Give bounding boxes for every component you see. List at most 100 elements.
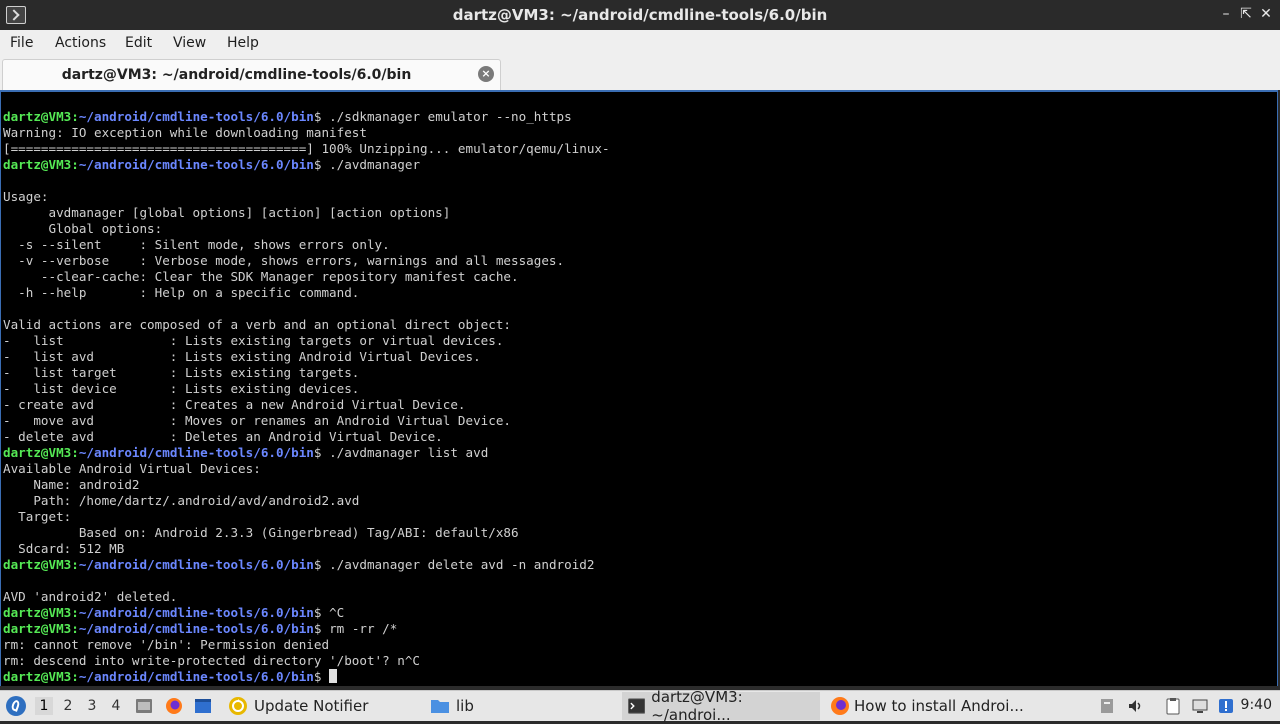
prompt-user: dartz@VM3: [3, 557, 72, 572]
terminal-output-line: - list : Lists existing targets or virtu…: [3, 333, 504, 348]
prompt-user: dartz@VM3: [3, 445, 72, 460]
folder-label: lib: [456, 697, 474, 715]
close-window-icon[interactable]: ✕: [1258, 6, 1274, 22]
terminal-output-line: Name: android2: [3, 477, 140, 492]
terminal-output-line: -v --verbose : Verbose mode, shows error…: [3, 253, 565, 268]
terminal-output-line: - list device : Lists existing devices.: [3, 381, 360, 396]
terminal-output-line: [=======================================…: [3, 141, 610, 156]
terminal-output-line: Path: /home/dartz/.android/avd/android2.…: [3, 493, 360, 508]
volume-icon[interactable]: [1127, 697, 1145, 715]
menu-help[interactable]: Help: [227, 35, 259, 51]
terminal-output-line: Global options:: [3, 221, 163, 236]
terminal-output-line: rm: descend into write-protected directo…: [3, 653, 421, 668]
terminal-output-line: - move avd : Moves or renames an Android…: [3, 413, 511, 428]
workspace-3[interactable]: 3: [83, 697, 101, 715]
prompt-path: ~/android/cmdline-tools/6.0/bin: [78, 157, 314, 172]
terminal-output-line: Valid actions are composed of a verb and…: [3, 317, 511, 332]
workspace-4[interactable]: 4: [107, 697, 125, 715]
prompt-command: ./sdkmanager emulator --no_https: [321, 109, 572, 124]
terminal-output-line: Warning: IO exception while downloading …: [3, 125, 367, 140]
folder-task[interactable]: lib: [424, 692, 480, 720]
terminal-tab[interactable]: dartz@VM3: ~/android/cmdline-tools/6.0/b…: [2, 59, 501, 90]
menu-edit[interactable]: Edit: [125, 35, 152, 51]
prompt-separator: :: [71, 109, 79, 124]
menu-actions[interactable]: Actions: [55, 35, 106, 51]
prompt-user: dartz@VM3: [3, 669, 72, 684]
file-manager-icon[interactable]: [135, 697, 153, 715]
terminal-output-line: Based on: Android 2.3.3 (Gingerbread) Ta…: [3, 525, 519, 540]
workspace-1[interactable]: 1: [35, 697, 53, 715]
terminal-task-label: dartz@VM3: ~/androi...: [651, 688, 743, 724]
browser-task[interactable]: How to install Androi...: [824, 692, 1030, 720]
prompt-path: ~/android/cmdline-tools/6.0/bin: [78, 557, 314, 572]
prompt-path: ~/android/cmdline-tools/6.0/bin: [78, 621, 314, 636]
menu-bar: File Actions Edit View Help: [0, 30, 1280, 57]
network-icon[interactable]: [1191, 697, 1209, 715]
terminal-output-line: --clear-cache: Clear the SDK Manager rep…: [3, 269, 519, 284]
prompt-path: ~/android/cmdline-tools/6.0/bin: [78, 669, 314, 684]
tab-bar: dartz@VM3: ~/android/cmdline-tools/6.0/b…: [0, 56, 1280, 90]
prompt-path: ~/android/cmdline-tools/6.0/bin: [78, 445, 314, 460]
terminal-output-line: - create avd : Creates a new Android Vir…: [3, 397, 466, 412]
restore-icon[interactable]: ⇱: [1238, 6, 1254, 22]
menu-view[interactable]: View: [173, 35, 206, 51]
update-notifier-icon: [229, 697, 247, 715]
terminal-prompt-line: dartz@VM3:~/android/cmdline-tools/6.0/bi…: [3, 109, 610, 125]
terminal-output-line: Sdcard: 512 MB: [3, 541, 125, 556]
prompt-user: dartz@VM3: [3, 109, 72, 124]
terminal-prompt-line: dartz@VM3:~/android/cmdline-tools/6.0/bi…: [3, 621, 610, 637]
clock[interactable]: 9:40: [1241, 697, 1272, 713]
terminal-prompt-line: dartz@VM3:~/android/cmdline-tools/6.0/bi…: [3, 157, 610, 173]
workspace-2[interactable]: 2: [59, 697, 77, 715]
prompt-command: ^C: [321, 605, 345, 620]
folder-icon: [431, 700, 449, 713]
terminal-output-line: - list target : Lists existing targets.: [3, 365, 360, 380]
prompt-command: [321, 669, 329, 684]
prompt-command: ./avdmanager: [321, 157, 421, 172]
prompt-user: dartz@VM3: [3, 157, 72, 172]
browser-task-label: How to install Androi...: [854, 697, 1024, 715]
firefox-task-icon: [831, 697, 849, 715]
window-title: dartz@VM3: ~/android/cmdline-tools/6.0/b…: [452, 6, 828, 24]
prompt-separator: :: [71, 605, 79, 620]
start-menu-icon[interactable]: [6, 696, 26, 716]
terminal-task-icon: [628, 698, 646, 714]
prompt-command: ./avdmanager delete avd -n android2: [321, 557, 595, 572]
minimize-icon[interactable]: –: [1218, 6, 1234, 22]
prompt-separator: :: [71, 669, 79, 684]
prompt-user: dartz@VM3: [3, 621, 72, 636]
terminal-output-line: - delete avd : Deletes an Android Virtua…: [3, 429, 443, 444]
prompt-path: ~/android/cmdline-tools/6.0/bin: [78, 109, 314, 124]
window-titlebar[interactable]: dartz@VM3: ~/android/cmdline-tools/6.0/b…: [0, 0, 1280, 30]
terminal-output-line: Usage:: [3, 189, 49, 204]
terminal-output-line: -h --help : Help on a specific command.: [3, 285, 360, 300]
terminal-prompt-line: dartz@VM3:~/android/cmdline-tools/6.0/bi…: [3, 445, 610, 461]
terminal-task[interactable]: dartz@VM3: ~/androi...: [622, 688, 820, 724]
prompt-separator: :: [71, 621, 79, 636]
notification-info-icon[interactable]: [1217, 697, 1235, 715]
prompt-path: ~/android/cmdline-tools/6.0/bin: [78, 605, 314, 620]
terminal-area[interactable]: dartz@VM3:~/android/cmdline-tools/6.0/bi…: [0, 90, 1278, 686]
menu-file[interactable]: File: [10, 35, 33, 51]
prompt-user: dartz@VM3: [3, 605, 72, 620]
terminal-output: dartz@VM3:~/android/cmdline-tools/6.0/bi…: [3, 109, 610, 685]
tab-close-icon[interactable]: ×: [478, 66, 494, 82]
taskbar: 1 2 3 4 Update Notifier lib dartz@VM3: ~…: [0, 688, 1280, 724]
prompt-command: rm -rr /*: [321, 621, 398, 636]
package-icon[interactable]: [1098, 697, 1116, 715]
terminal-prompt-line: dartz@VM3:~/android/cmdline-tools/6.0/bi…: [3, 605, 610, 621]
terminal-output-line: rm: cannot remove '/bin': Permission den…: [3, 637, 330, 652]
terminal-output-line: - list avd : Lists existing Android Virt…: [3, 349, 481, 364]
text-cursor: [329, 669, 338, 683]
tab-label: dartz@VM3: ~/android/cmdline-tools/6.0/b…: [61, 67, 412, 83]
show-desktop-icon[interactable]: [194, 697, 212, 715]
prompt-separator: :: [71, 445, 79, 460]
terminal-output-line: Available Android Virtual Devices:: [3, 461, 261, 476]
terminal-prompt-line: dartz@VM3:~/android/cmdline-tools/6.0/bi…: [3, 669, 610, 685]
clipboard-icon[interactable]: [1164, 697, 1182, 715]
update-notifier-task[interactable]: Update Notifier: [222, 692, 374, 720]
firefox-icon[interactable]: [165, 697, 183, 715]
